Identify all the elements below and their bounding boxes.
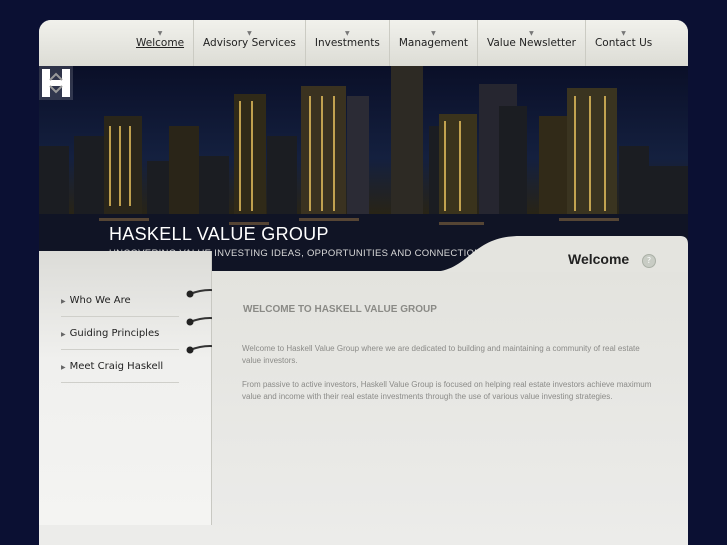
chevron-down-icon: ▼ [157, 30, 163, 37]
chevron-down-icon: ▼ [345, 30, 350, 37]
top-navigation: ▼ Welcome ▼ Advisory Services ▼ Investme… [39, 20, 688, 66]
chevron-down-icon: ▼ [529, 30, 534, 37]
triangle-right-icon: ▶ [61, 298, 66, 305]
nav-item-investments[interactable]: ▼ Investments [304, 20, 389, 66]
nav-item-management[interactable]: ▼ Management [388, 20, 477, 66]
intro-paragraph: Welcome to Haskell Value Group where we … [242, 344, 640, 365]
section-tab-title: Welcome [568, 251, 630, 267]
help-icon[interactable]: ? [642, 254, 656, 268]
nav-item-welcome[interactable]: ▼ Welcome [127, 20, 193, 66]
nav-item-value-newsletter[interactable]: ▼ Value Newsletter [477, 20, 585, 66]
chevron-down-icon: ▼ [247, 30, 252, 37]
triangle-right-icon: ▶ [61, 331, 66, 338]
chevron-down-icon: ▼ [431, 30, 436, 37]
main-heading: WELCOME TO HASKELL VALUE GROUP [243, 304, 437, 315]
chevron-down-icon: ▼ [621, 30, 626, 37]
nav-item-advisory-services[interactable]: ▼ Advisory Services [193, 20, 305, 66]
nav-item-contact-us[interactable]: ▼ Contact Us [584, 20, 661, 66]
nav-menu: ▼ Welcome ▼ Advisory Services ▼ Investme… [127, 20, 661, 66]
brand-title: HASKELL VALUE GROUP [109, 224, 329, 244]
sidebar-item-meet-craig-haskell[interactable]: ▶ Meet Craig Haskell [61, 361, 179, 383]
description-paragraph: From passive to active investors, Haskel… [242, 380, 652, 401]
sidebar-item-guiding-principles[interactable]: ▶ Guiding Principles [61, 328, 179, 350]
haskell-logo-icon [39, 66, 73, 100]
triangle-right-icon: ▶ [61, 364, 66, 371]
sidebar-item-who-we-are[interactable]: ▶ Who We Are [61, 295, 179, 317]
